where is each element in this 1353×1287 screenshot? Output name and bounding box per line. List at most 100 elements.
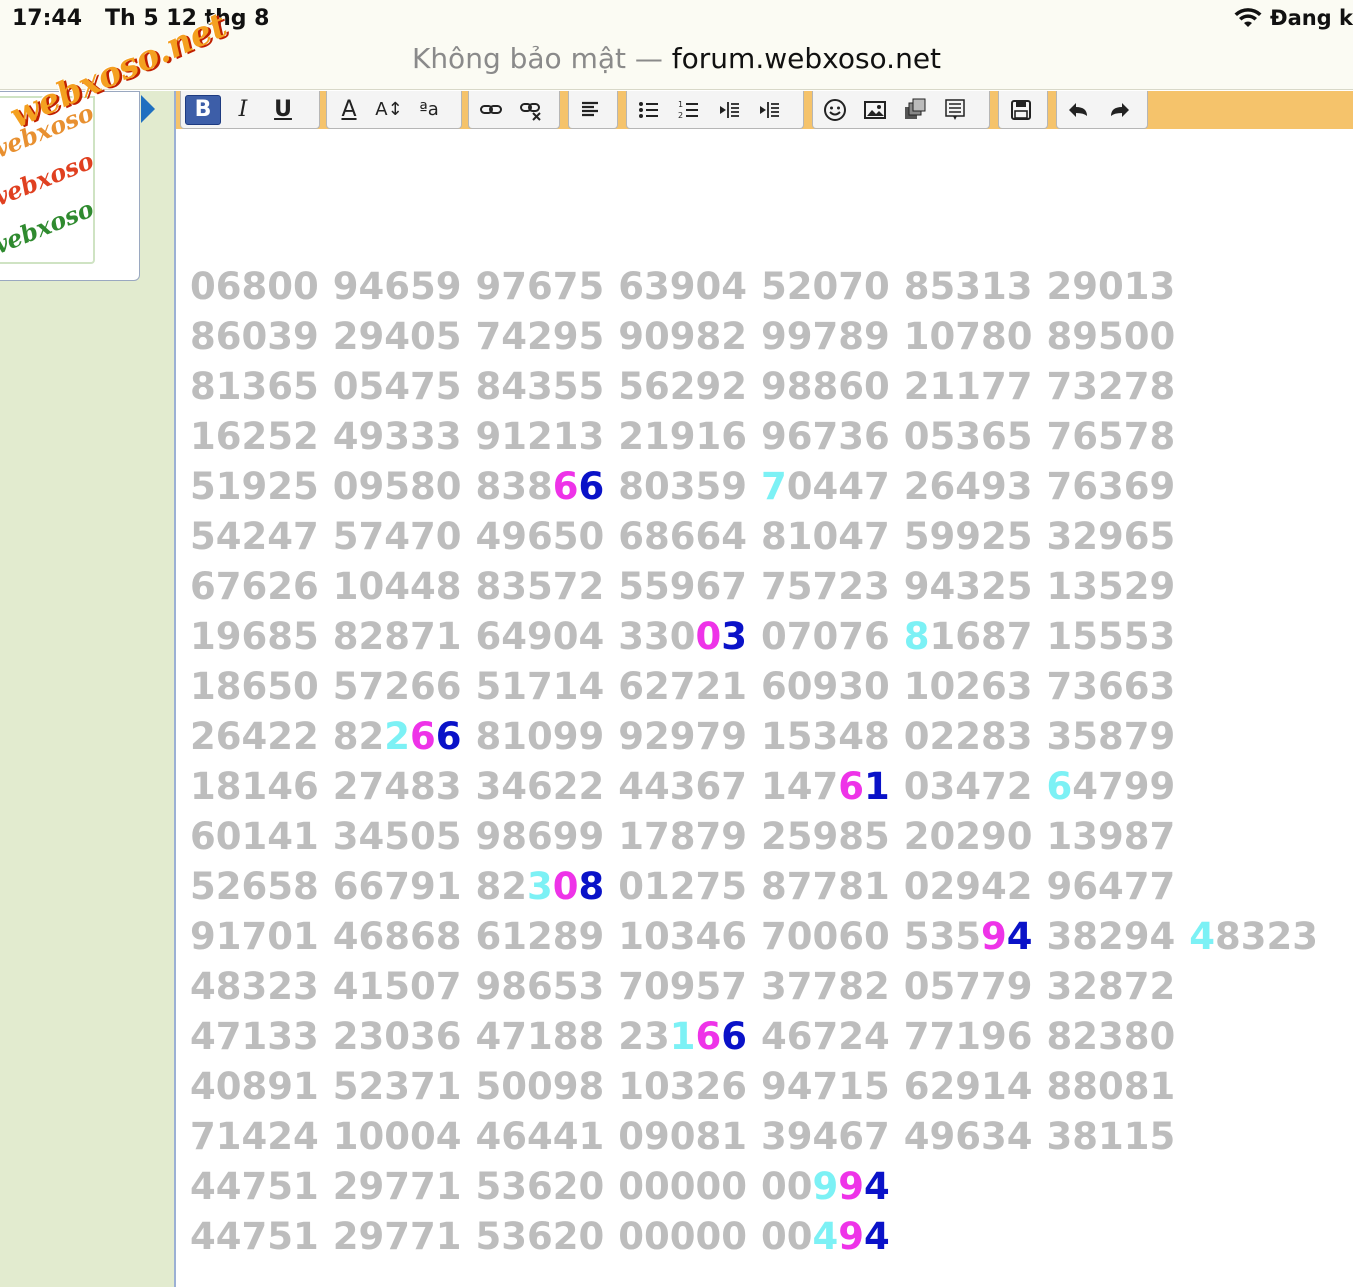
font-color-button[interactable]: A xyxy=(331,95,367,125)
number-row: 06800 94659 97675 63904 52070 85313 29013 xyxy=(190,262,1318,312)
digit: 9 xyxy=(761,365,787,408)
digit: 8 xyxy=(501,965,527,1008)
address-bar[interactable]: Không bảo mật — forum.webxoso.net xyxy=(0,40,1353,90)
digit: 1 xyxy=(955,365,981,408)
digit: 2 xyxy=(578,765,605,808)
digit: 3 xyxy=(293,1015,319,1058)
digit: 0 xyxy=(669,1115,696,1158)
digit: 8 xyxy=(241,1065,268,1108)
digit: 3 xyxy=(761,965,787,1008)
numbered-list-button[interactable]: 12 xyxy=(671,95,707,125)
number-cell: 00000 xyxy=(618,1162,747,1212)
digit: 2 xyxy=(903,365,930,408)
digit: 2 xyxy=(267,465,293,508)
number-cell: 47133 xyxy=(190,1012,319,1062)
insert-image-button[interactable] xyxy=(857,95,893,125)
digit: 3 xyxy=(669,465,696,508)
digit: 9 xyxy=(552,1065,579,1108)
number-cell: 27483 xyxy=(333,762,462,812)
number-cell: 49333 xyxy=(333,412,462,462)
number-cell: 83572 xyxy=(476,562,605,612)
remove-link-button[interactable] xyxy=(513,95,549,125)
digit: 2 xyxy=(1098,365,1124,408)
digit: 3 xyxy=(838,665,864,708)
align-left-button[interactable] xyxy=(573,95,609,125)
save-button[interactable] xyxy=(1003,95,1039,125)
insert-media-button[interactable] xyxy=(897,95,933,125)
digit: 3 xyxy=(1006,665,1033,708)
url-display[interactable]: Không bảo mật — forum.webxoso.net xyxy=(0,42,1353,75)
digit: 1 xyxy=(695,415,722,458)
insert-smiley-button[interactable] xyxy=(817,95,853,125)
digit: 5 xyxy=(578,365,605,408)
number-row: 54247 57470 49650 68664 81047 59925 32965 xyxy=(190,512,1318,562)
number-cell: 49634 xyxy=(904,1112,1033,1162)
number-cell: 85313 xyxy=(904,262,1033,312)
bold-button[interactable]: B xyxy=(185,94,221,125)
number-row: 60141 34505 98699 17879 25985 20290 13987 xyxy=(190,812,1318,862)
digit: 4 xyxy=(812,465,839,508)
digit: 2 xyxy=(384,665,410,708)
digit: 7 xyxy=(1123,965,1150,1008)
digit: 8 xyxy=(1098,715,1124,758)
number-grid[interactable]: 06800 94659 97675 63904 52070 85313 29013 8 6 0 3 9… xyxy=(190,262,1318,1262)
digit: 1 xyxy=(527,1015,553,1058)
digit: 6 xyxy=(501,1115,527,1158)
digit: 9 xyxy=(669,715,696,758)
digit: 7 xyxy=(864,515,890,558)
digit: 1 xyxy=(435,1065,462,1108)
expand-arrow-icon[interactable] xyxy=(141,95,155,123)
digit: 1 xyxy=(903,665,930,708)
digit: 9 xyxy=(578,915,605,958)
digit: 0 xyxy=(501,1065,527,1108)
digit: 7 xyxy=(215,1015,242,1058)
number-cell: 60930 xyxy=(761,662,890,712)
digit: 8 xyxy=(1149,365,1176,408)
bullet-list-button[interactable] xyxy=(631,95,667,125)
digit: 9 xyxy=(761,1065,787,1108)
number-row: 52658 66791 82308 01275 87781 02942 96477 xyxy=(190,862,1318,912)
digit: 6 xyxy=(786,1015,813,1058)
bullet-list-icon xyxy=(639,101,658,118)
number-cell: 34622 xyxy=(476,762,605,812)
number-cell: 60141 xyxy=(190,812,319,862)
digit: 0 xyxy=(903,765,930,808)
digit: 9 xyxy=(955,1065,981,1108)
digit: 7 xyxy=(695,865,722,908)
number-cell: 13987 xyxy=(1047,812,1176,862)
digit: 2 xyxy=(190,715,216,758)
digit: 0 xyxy=(761,1215,787,1258)
digit: 1 xyxy=(786,515,813,558)
font-case-button[interactable]: ªa xyxy=(411,95,447,125)
digit: 7 xyxy=(981,365,1007,408)
number-cell: 02942 xyxy=(904,862,1033,912)
quote-icon xyxy=(945,98,965,120)
font-size-button[interactable]: A↕ xyxy=(371,95,407,125)
number-cell: 23166 xyxy=(618,1012,747,1062)
digit: 4 xyxy=(1006,1115,1033,1158)
url-host: forum.webxoso.net xyxy=(671,42,942,75)
outdent-button[interactable] xyxy=(711,95,747,125)
digit: 2 xyxy=(669,865,696,908)
digit: 2 xyxy=(358,615,385,658)
underline-button[interactable]: U xyxy=(265,95,301,125)
digit: 5 xyxy=(267,1165,293,1208)
insert-quote-button[interactable] xyxy=(937,95,973,125)
number-cell: 76369 xyxy=(1047,462,1176,512)
logo-thumbnail[interactable]: webxoso.net webxoso.net webxoso.net xyxy=(0,96,95,264)
digit: 8 xyxy=(903,615,930,658)
undo-button[interactable] xyxy=(1061,95,1097,125)
digit: 2 xyxy=(241,515,268,558)
digit: 9 xyxy=(1123,915,1150,958)
digit: 0 xyxy=(358,1115,385,1158)
redo-button[interactable] xyxy=(1101,95,1137,125)
digit: 8 xyxy=(761,865,787,908)
italic-button[interactable]: I xyxy=(225,95,261,125)
digit: 7 xyxy=(410,1065,436,1108)
digit: 9 xyxy=(955,865,981,908)
digit: 1 xyxy=(501,415,527,458)
number-cell: 47188 xyxy=(476,1012,605,1062)
insert-link-button[interactable] xyxy=(473,95,509,125)
indent-button[interactable] xyxy=(751,95,787,125)
digit: 4 xyxy=(812,1215,839,1258)
